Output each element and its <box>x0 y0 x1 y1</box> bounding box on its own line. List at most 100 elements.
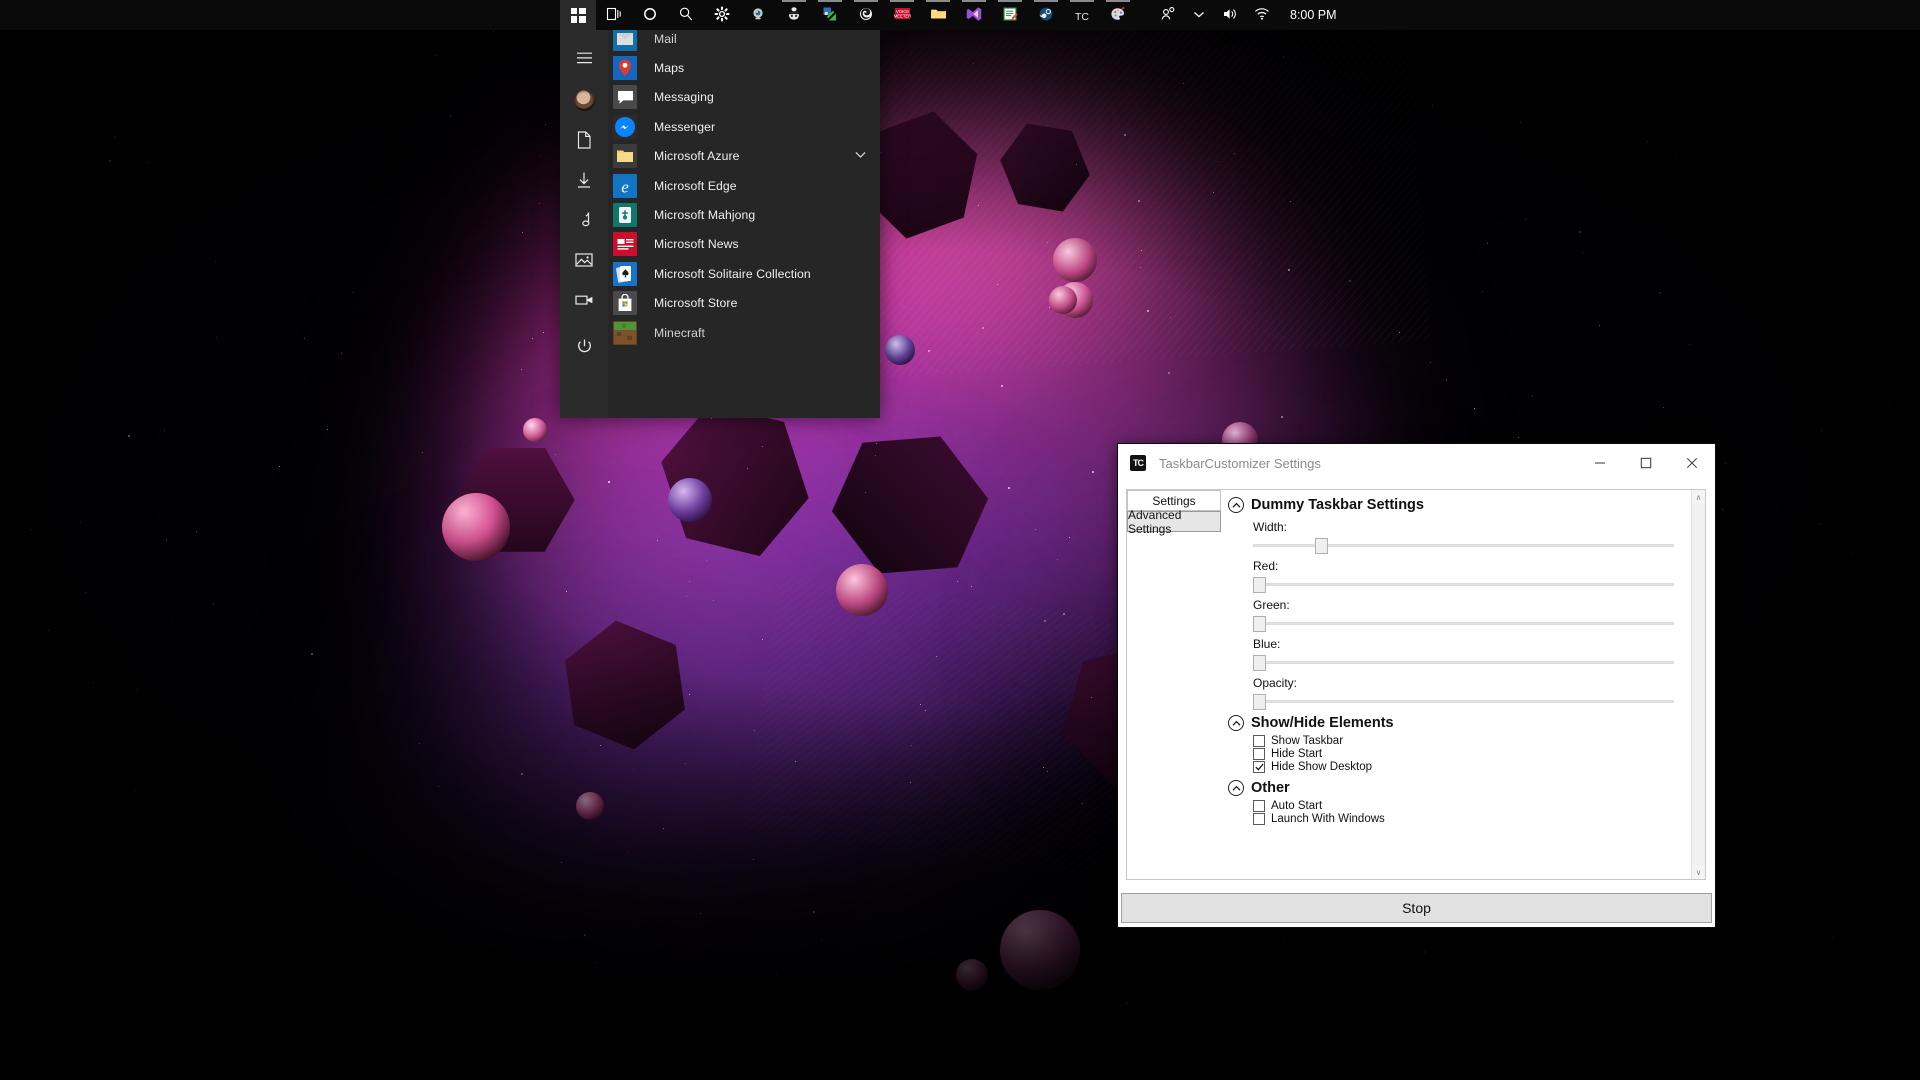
close-button[interactable] <box>1669 448 1715 478</box>
window-title-bar[interactable]: TC TaskbarCustomizer Settings <box>1118 444 1715 482</box>
checkbox-row[interactable]: Auto Start <box>1253 799 1692 812</box>
start-menu-app-label: Microsoft Edge <box>654 179 737 193</box>
avatar-image <box>574 90 595 111</box>
start-menu[interactable]: MailMapsMessagingMessengerMicrosoft Azur… <box>560 30 880 418</box>
start-menu-app-item[interactable]: Minecraft <box>608 318 880 347</box>
vertical-scrollbar[interactable]: ∧ ∨ <box>1691 490 1705 879</box>
checkbox-hide-start[interactable] <box>1253 748 1265 760</box>
checkbox-row[interactable]: Launch With Windows <box>1253 812 1692 825</box>
slider-thumb[interactable] <box>1253 577 1266 593</box>
start-menu-app-item[interactable]: Messaging <box>608 83 880 112</box>
settings-group-header[interactable]: Other <box>1228 780 1692 796</box>
wallpaper-star <box>353 292 354 293</box>
slider-thumb[interactable] <box>1253 616 1266 632</box>
wallpaper-sphere <box>1053 238 1097 282</box>
app-icon: TC <box>1130 455 1146 471</box>
start-menu-app-item[interactable]: Microsoft Mahjong <box>608 200 880 229</box>
collapse-chevron-icon[interactable] <box>1228 497 1244 513</box>
hamburger-icon[interactable] <box>560 34 608 82</box>
minimize-button[interactable] <box>1577 448 1623 478</box>
slider-opacity[interactable] <box>1253 694 1674 708</box>
messaging-icon <box>613 85 637 109</box>
videos-icon[interactable] <box>560 276 608 324</box>
tab-strip[interactable]: Settings Advanced Settings <box>1127 490 1221 879</box>
collapse-chevron-icon[interactable] <box>1228 780 1244 796</box>
slider-green[interactable] <box>1253 616 1674 630</box>
slider-thumb[interactable] <box>1253 655 1266 671</box>
tab-advanced-settings[interactable]: Advanced Settings <box>1127 511 1221 532</box>
wallpaper-star <box>528 1062 529 1063</box>
start-menu-app-item[interactable]: Microsoft News <box>608 230 880 259</box>
tab-label: Settings <box>1152 494 1195 508</box>
checkbox-hide-show-desktop[interactable] <box>1253 761 1265 773</box>
scroll-down-arrow[interactable]: ∨ <box>1692 865 1705 879</box>
collapse-chevron-icon[interactable] <box>1228 715 1244 731</box>
slider-track[interactable] <box>1253 661 1674 664</box>
slider-track[interactable] <box>1253 622 1674 625</box>
wallpaper-star <box>1082 803 1083 804</box>
scroll-up-arrow[interactable]: ∧ <box>1692 490 1705 504</box>
start-button[interactable] <box>560 0 596 30</box>
wallpaper-star <box>1283 57 1284 58</box>
people-icon[interactable] <box>1160 6 1176 25</box>
settings-group-header[interactable]: Show/Hide Elements <box>1228 715 1692 731</box>
wifi-icon[interactable] <box>1254 6 1270 25</box>
taskbar-customizer-window[interactable]: TC TaskbarCustomizer Settings Settings Ad… <box>1117 443 1716 928</box>
task-view-button[interactable] <box>596 0 632 30</box>
visual-studio-button[interactable] <box>956 0 992 30</box>
checkbox-row[interactable]: Hide Show Desktop <box>1253 760 1692 773</box>
taskbar-clock[interactable]: 8:00 PM <box>1290 8 1337 22</box>
system-tray[interactable]: 8:00 PM <box>1160 0 1337 30</box>
slider-track[interactable] <box>1253 583 1674 586</box>
start-menu-app-item[interactable]: Microsoft Solitaire Collection <box>608 259 880 288</box>
incognito-button[interactable] <box>776 0 812 30</box>
maximize-button[interactable] <box>1623 448 1669 478</box>
start-menu-app-item[interactable]: Messenger <box>608 112 880 141</box>
slider-red[interactable] <box>1253 577 1674 591</box>
scrollbar-thumb[interactable] <box>1692 504 1705 865</box>
paint-button[interactable] <box>1100 0 1136 30</box>
checkbox-launch-with-windows[interactable] <box>1253 813 1265 825</box>
start-menu-app-item[interactable]: Microsoft Store <box>608 289 880 318</box>
start-menu-app-item[interactable]: Microsoft Azure <box>608 142 880 171</box>
stop-button[interactable]: Stop <box>1121 893 1712 923</box>
notepad-button[interactable] <box>992 0 1028 30</box>
power-icon[interactable] <box>560 322 608 370</box>
wallpaper-star <box>595 962 596 963</box>
slider-width[interactable] <box>1253 538 1674 552</box>
chevron-up-icon[interactable] <box>1192 7 1206 24</box>
webcam-button[interactable] <box>740 0 776 30</box>
messenger-icon <box>613 115 637 139</box>
cortana-button[interactable] <box>632 0 668 30</box>
voicemeeter-button[interactable]: VOICEMEETER <box>884 0 920 30</box>
sharex-button[interactable] <box>812 0 848 30</box>
wallpaper-star <box>1906 189 1907 190</box>
wallpaper-star <box>1582 252 1583 253</box>
wallpaper-star <box>1518 437 1519 438</box>
start-menu-app-item[interactable]: Maps <box>608 53 880 82</box>
checkbox-auto-start[interactable] <box>1253 800 1265 812</box>
volume-icon[interactable] <box>1222 6 1238 25</box>
settings-button[interactable] <box>704 0 740 30</box>
checkbox-row[interactable]: Show Taskbar <box>1253 734 1692 747</box>
wallpaper-star <box>1284 938 1285 939</box>
slider-thumb[interactable] <box>1315 538 1328 554</box>
search-button[interactable] <box>668 0 704 30</box>
checkbox-show-taskbar[interactable] <box>1253 735 1265 747</box>
slider-blue[interactable] <box>1253 655 1674 669</box>
start-menu-app-item[interactable]: Mail <box>608 30 880 53</box>
chevron-down-icon[interactable] <box>855 151 866 162</box>
file-explorer-button[interactable] <box>920 0 956 30</box>
settings-content[interactable]: Dummy Taskbar SettingsWidth:Red:Green:Bl… <box>1222 490 1692 879</box>
steam-button[interactable] <box>1028 0 1064 30</box>
firefox-button[interactable] <box>848 0 884 30</box>
slider-track[interactable] <box>1253 700 1674 703</box>
checkbox-row[interactable]: Hide Start <box>1253 747 1692 760</box>
wallpaper-star <box>115 987 116 988</box>
start-menu-app-list[interactable]: MailMapsMessagingMessengerMicrosoft Azur… <box>608 30 880 418</box>
taskbar[interactable]: VOICEMEETER TC 8:00 PM <box>0 0 1920 30</box>
settings-group-header[interactable]: Dummy Taskbar Settings <box>1228 497 1692 513</box>
total-commander-button[interactable]: TC <box>1064 0 1100 30</box>
start-menu-app-item[interactable]: eMicrosoft Edge <box>608 171 880 200</box>
slider-thumb[interactable] <box>1253 694 1266 710</box>
